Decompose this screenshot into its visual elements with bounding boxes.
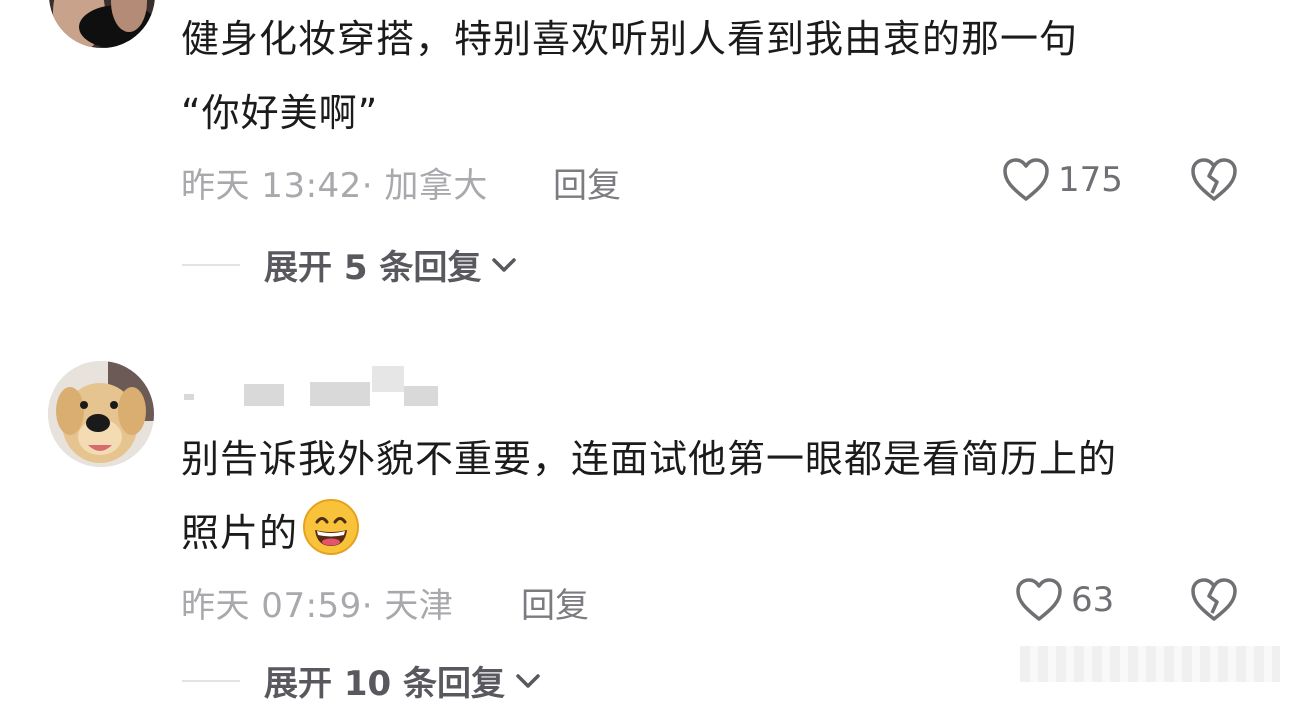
chevron-down-icon xyxy=(492,257,517,272)
comment-meta: 昨天 07:59· 天津 xyxy=(181,586,454,626)
broken-heart-icon xyxy=(1191,158,1237,201)
expand-replies-button[interactable]: 展开 5 条回复 xyxy=(182,240,517,289)
blur-patch xyxy=(310,382,370,406)
expand-replies-label: 展开 10 条回复 xyxy=(264,664,505,704)
username-blurred[interactable] xyxy=(182,366,482,412)
like-button[interactable]: 63 xyxy=(1015,577,1114,623)
dislike-button[interactable] xyxy=(1190,577,1238,627)
divider xyxy=(182,679,240,682)
comment-line: 别告诉我外貌不重要，连面试他第一眼都是看简历上的 xyxy=(181,437,1118,481)
avatar[interactable] xyxy=(48,361,154,467)
divider xyxy=(182,263,240,266)
like-button[interactable]: 175 xyxy=(1002,157,1123,203)
like-count: 63 xyxy=(1071,580,1115,620)
blur-patch xyxy=(244,384,284,406)
broken-heart-icon xyxy=(1191,578,1237,621)
avatar-photo xyxy=(49,0,155,48)
avatar[interactable] xyxy=(49,0,155,48)
comment-line: 健身化妆穿搭，特别喜欢听别人看到我由衷的那一句 xyxy=(181,17,1079,61)
chevron-down-icon xyxy=(516,673,540,688)
blur-patch xyxy=(372,366,404,392)
comment-text: 健身化妆穿搭，特别喜欢听别人看到我由衷的那一句 “你好美啊” xyxy=(181,2,1241,150)
comment-text: 别告诉我外貌不重要，连面试他第一眼都是看简历上的 照片的 xyxy=(181,422,1241,570)
dislike-button[interactable] xyxy=(1190,157,1238,207)
comment-line: 照片的 xyxy=(181,511,299,555)
comment-line: “你好美啊” xyxy=(181,91,379,135)
watermark xyxy=(1020,646,1280,682)
blur-patch xyxy=(404,386,438,406)
heart-outline-icon xyxy=(1003,158,1049,201)
comment-meta: 昨天 13:42· 加拿大 xyxy=(181,166,488,206)
grinning-face-emoji xyxy=(303,499,360,555)
heart-outline-icon xyxy=(1016,578,1062,621)
expand-replies-label: 展开 5 条回复 xyxy=(264,248,482,288)
expand-replies-button[interactable]: 展开 10 条回复 xyxy=(182,656,541,705)
comment-line-with-emoji: 照片的 xyxy=(181,496,1241,570)
avatar-photo xyxy=(48,361,154,467)
reply-button[interactable]: 回复 xyxy=(521,578,589,627)
like-count: 175 xyxy=(1058,160,1123,200)
blur-patch xyxy=(184,394,194,400)
reply-button[interactable]: 回复 xyxy=(553,158,621,207)
